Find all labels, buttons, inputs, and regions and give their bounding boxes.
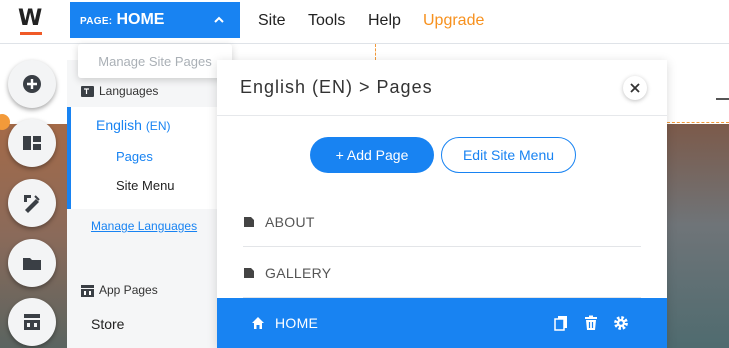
app-pages-heading: App Pages xyxy=(81,283,158,297)
manage-languages-link[interactable]: Manage Languages xyxy=(91,219,197,233)
home-icon xyxy=(252,317,264,329)
top-bar: W PAGE: HOME Site Tools Help Upgrade xyxy=(0,0,729,44)
logo-letter: W xyxy=(18,6,43,31)
pages-panel: English (EN) > Pages + Add Page Edit Sit… xyxy=(217,60,667,348)
current-page-name: HOME xyxy=(116,11,165,28)
page-icon xyxy=(244,216,254,227)
panel-title: English (EN) > Pages xyxy=(240,77,433,97)
app-pages-heading-label: App Pages xyxy=(99,283,158,297)
nav-item-pages[interactable]: Pages xyxy=(116,149,153,164)
design-icon xyxy=(24,195,40,213)
page-selector-button[interactable]: PAGE: HOME xyxy=(70,2,240,38)
panel-header: English (EN) > Pages xyxy=(217,60,667,116)
edit-site-menu-button[interactable]: Edit Site Menu xyxy=(441,137,576,173)
logo-underline xyxy=(20,32,42,35)
design-tool-button[interactable] xyxy=(8,179,56,227)
manage-site-pages-tooltip: Manage Site Pages xyxy=(78,44,232,78)
nav-item-store[interactable]: Store xyxy=(91,316,124,332)
canvas-element xyxy=(716,98,729,100)
add-page-button[interactable]: + Add Page xyxy=(310,137,434,173)
language-name: English xyxy=(96,117,142,133)
add-tool-button[interactable] xyxy=(8,60,56,108)
duplicate-icon[interactable] xyxy=(553,315,569,331)
trash-icon[interactable] xyxy=(583,315,599,331)
layout-tool-button[interactable] xyxy=(8,119,56,167)
layout-icon xyxy=(23,136,41,150)
page-row-label: ABOUT xyxy=(265,213,315,230)
app-pages-icon xyxy=(81,284,94,297)
page-icon xyxy=(244,267,254,278)
store-tool-button[interactable] xyxy=(8,298,56,346)
page-row-label: HOME xyxy=(275,315,319,331)
languages-heading-label: Languages xyxy=(99,84,159,98)
page-row-about[interactable]: ABOUT xyxy=(243,197,641,247)
page-row-label: GALLERY xyxy=(265,264,332,281)
menu-help[interactable]: Help xyxy=(368,12,401,30)
menu-upgrade[interactable]: Upgrade xyxy=(423,12,484,30)
nav-item-site-menu[interactable]: Site Menu xyxy=(116,178,175,193)
weebly-logo[interactable]: W xyxy=(14,4,48,38)
files-tool-button[interactable] xyxy=(8,239,56,287)
folder-icon xyxy=(23,258,41,270)
gear-icon[interactable] xyxy=(613,315,629,331)
close-button[interactable] xyxy=(623,76,647,100)
languages-heading: Languages xyxy=(81,84,158,98)
chevron-up-icon xyxy=(214,16,224,23)
canvas-guide-horizontal xyxy=(667,122,729,123)
menu-site[interactable]: Site xyxy=(258,12,286,30)
menu-tools[interactable]: Tools xyxy=(308,12,345,30)
language-code: (EN) xyxy=(145,119,171,133)
page-row-home[interactable]: HOME xyxy=(217,298,667,348)
store-icon xyxy=(24,314,40,330)
page-row-gallery[interactable]: GALLERY xyxy=(243,248,641,298)
add-icon xyxy=(23,75,41,93)
language-icon xyxy=(81,85,94,97)
canvas-guide-vertical xyxy=(375,44,376,60)
language-english[interactable]: English (EN) xyxy=(96,117,170,133)
close-icon xyxy=(630,83,640,93)
pages-left-nav: Languages English (EN) Pages Site Menu M… xyxy=(67,60,217,348)
page-prefix: PAGE: xyxy=(80,15,113,27)
